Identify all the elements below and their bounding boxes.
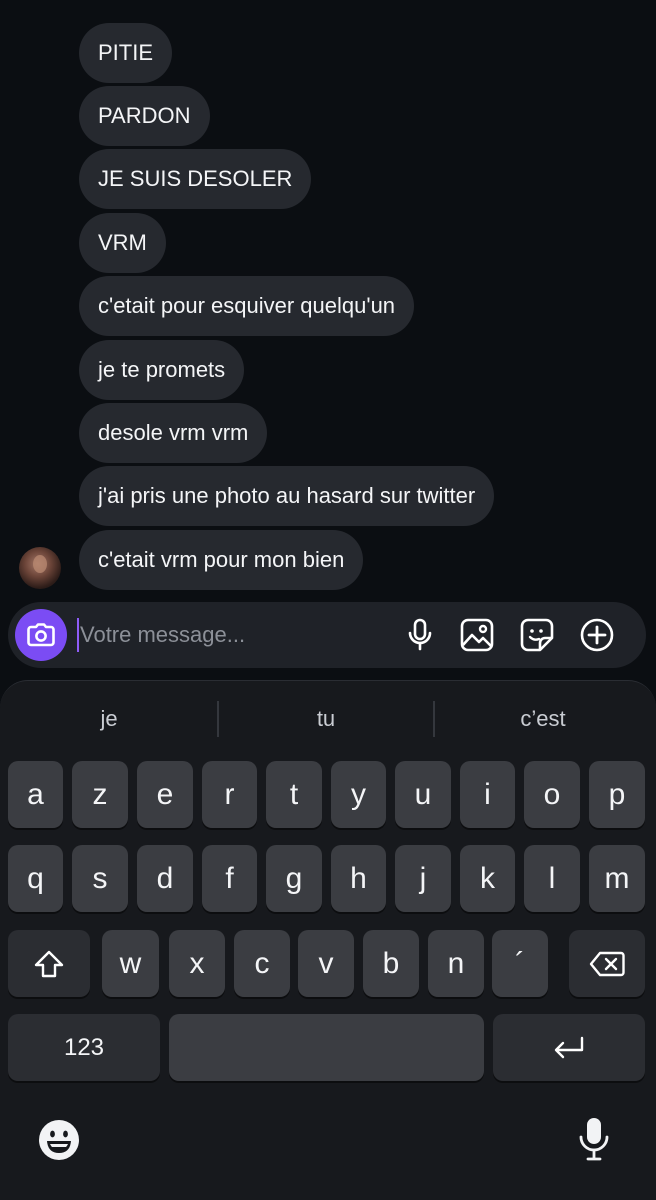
key-s[interactable]: s [72,845,128,912]
message-bubble[interactable]: c'etait pour esquiver quelqu'un [79,276,415,336]
sticker-icon [520,618,554,652]
voice-message-button[interactable] [402,617,438,653]
microphone-icon [408,618,432,651]
dictation-icon [579,1118,609,1161]
message-bubble[interactable]: je te promets [79,340,245,400]
key-z[interactable]: z [72,761,128,828]
message-bubble[interactable]: desole vrm vrm [79,403,268,463]
key-p[interactable]: p [589,761,645,828]
key-x[interactable]: x [169,930,225,997]
gallery-button[interactable] [459,617,495,653]
message-bubble[interactable]: j'ai pris une photo au hasard sur twitte… [79,466,495,526]
key-e[interactable]: e [137,761,193,828]
suggestion-tu[interactable]: tu [219,701,433,737]
key-i[interactable]: i [460,761,515,828]
keyboard: je tu c’est a z e r t y u i o p q s d f … [0,680,656,1200]
dictation-button[interactable] [572,1117,616,1161]
message-bubble[interactable]: PARDON [79,86,210,146]
text-cursor [77,618,79,652]
key-y[interactable]: y [331,761,386,828]
space-key[interactable] [169,1014,484,1081]
backspace-icon [589,951,625,976]
key-u[interactable]: u [395,761,451,828]
key-l[interactable]: l [524,845,580,912]
key-a[interactable]: a [8,761,63,828]
numbers-key[interactable]: 123 [8,1014,160,1081]
more-options-button[interactable] [579,617,615,653]
shift-icon [34,950,64,977]
message-composer [8,602,646,668]
key-c[interactable]: c [234,930,290,997]
camera-button[interactable] [15,609,67,661]
suggestion-je[interactable]: je [0,701,218,737]
suggestion-cest[interactable]: c’est [435,701,651,737]
key-n[interactable]: n [428,930,484,997]
sticker-button[interactable] [519,617,555,653]
message-input[interactable] [80,615,400,655]
key-r[interactable]: r [202,761,257,828]
emoji-button[interactable] [37,1118,81,1162]
key-d[interactable]: d [137,845,193,912]
message-bubble[interactable]: c'etait vrm pour mon bien [79,530,364,590]
image-icon [460,618,494,652]
key-f[interactable]: f [202,845,257,912]
shift-key[interactable] [8,930,90,997]
plus-circle-icon [580,618,614,652]
key-w[interactable]: w [102,930,159,997]
camera-icon [27,623,55,647]
message-bubble[interactable]: PITIE [79,23,173,83]
message-bubble[interactable]: JE SUIS DESOLER [79,149,312,209]
key-g[interactable]: g [266,845,322,912]
key-o[interactable]: o [524,761,580,828]
key-k[interactable]: k [460,845,515,912]
key-acute-accent[interactable]: ´ [492,930,548,997]
key-v[interactable]: v [298,930,354,997]
return-icon [554,1036,584,1058]
message-bubble[interactable]: VRM [79,213,166,273]
key-j[interactable]: j [395,845,451,912]
contact-avatar[interactable] [19,547,61,589]
backspace-key[interactable] [569,930,645,997]
chat-screen: PITIE PARDON JE SUIS DESOLER VRM c'etait… [0,0,656,1200]
emoji-icon [39,1120,79,1160]
key-q[interactable]: q [8,845,63,912]
key-m[interactable]: m [589,845,645,912]
return-key[interactable] [493,1014,645,1081]
key-t[interactable]: t [266,761,322,828]
key-h[interactable]: h [331,845,386,912]
key-b[interactable]: b [363,930,419,997]
